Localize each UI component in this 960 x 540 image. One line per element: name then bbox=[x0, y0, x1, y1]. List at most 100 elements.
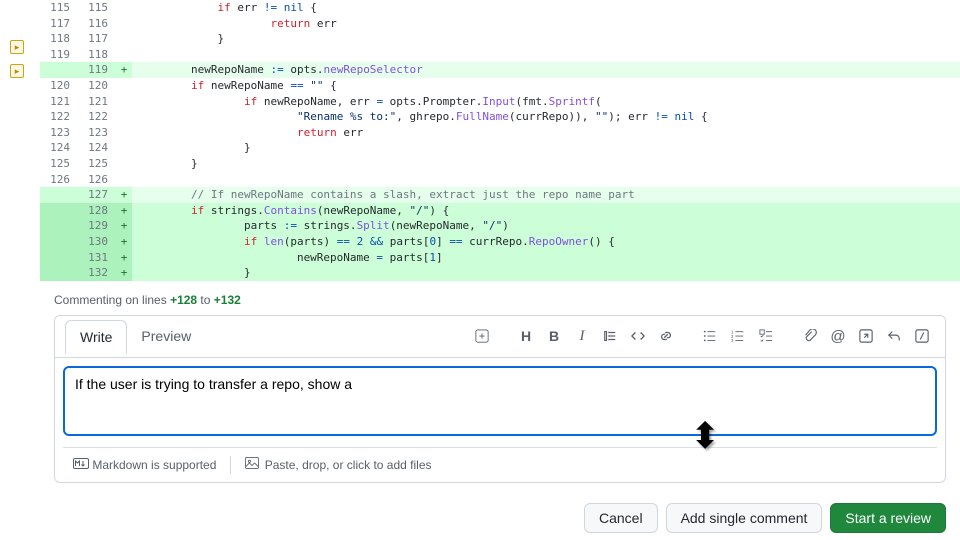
old-line-number: 119 bbox=[40, 47, 78, 63]
diff-marker bbox=[116, 140, 132, 156]
old-line-number: 122 bbox=[40, 109, 78, 125]
code-content: // If newRepoName contains a slash, extr… bbox=[132, 187, 960, 203]
diff-marker: + bbox=[116, 203, 132, 219]
code-line[interactable]: 115115 if err != nil { bbox=[40, 0, 960, 16]
add-single-comment-button[interactable]: Add single comment bbox=[666, 503, 823, 533]
format-toolbar: H B I 123 @ bbox=[469, 323, 935, 349]
code-line[interactable]: 118117 } bbox=[40, 31, 960, 47]
code-line[interactable]: 131+ newRepoName = parts[1] bbox=[40, 250, 960, 266]
code-content: newRepoName := opts.newRepoSelector bbox=[132, 62, 960, 78]
code-line[interactable]: 127+ // If newRepoName contains a slash,… bbox=[40, 187, 960, 203]
image-icon bbox=[245, 457, 261, 469]
old-line-number: 120 bbox=[40, 78, 78, 94]
old-line-number: 117 bbox=[40, 16, 78, 32]
cancel-button[interactable]: Cancel bbox=[584, 503, 658, 533]
expand-marker-icon[interactable]: ▸ bbox=[10, 64, 24, 78]
start-review-button[interactable]: Start a review bbox=[830, 503, 946, 533]
code-content: if err != nil { bbox=[132, 0, 960, 16]
bold-icon[interactable]: B bbox=[541, 323, 567, 349]
suggestion-icon[interactable] bbox=[469, 323, 495, 349]
code-line[interactable]: 125125 } bbox=[40, 156, 960, 172]
new-line-number: 119 bbox=[78, 62, 116, 78]
diff-marker: + bbox=[116, 62, 132, 78]
attach-hint[interactable]: Paste, drop, or click to add files bbox=[245, 457, 431, 472]
markdown-icon bbox=[73, 458, 89, 469]
new-line-number: 127 bbox=[78, 187, 116, 203]
diff-marker bbox=[116, 94, 132, 110]
comment-range-label: Commenting on lines +128 to +132 bbox=[54, 287, 946, 313]
old-line-number bbox=[40, 218, 78, 234]
code-line[interactable]: 124124 } bbox=[40, 140, 960, 156]
new-line-number: 130 bbox=[78, 234, 116, 250]
new-line-number: 126 bbox=[78, 172, 116, 188]
comment-textarea[interactable] bbox=[63, 366, 937, 436]
diff-marker: + bbox=[116, 250, 132, 266]
code-icon[interactable] bbox=[625, 323, 651, 349]
composer-footer: Markdown is supported Paste, drop, or cl… bbox=[63, 447, 937, 482]
code-content: if newRepoName, err = opts.Prompter.Inpu… bbox=[132, 94, 960, 110]
code-line[interactable]: 129+ parts := strings.Split(newRepoName,… bbox=[40, 218, 960, 234]
new-line-number: 120 bbox=[78, 78, 116, 94]
diff-marker bbox=[116, 16, 132, 32]
code-line[interactable]: 128+ if strings.Contains(newRepoName, "/… bbox=[40, 203, 960, 219]
code-content: "Rename %s to:", ghrepo.FullName(currRep… bbox=[132, 109, 960, 125]
code-content: } bbox=[132, 156, 960, 172]
new-line-number: 124 bbox=[78, 140, 116, 156]
diff-view: 115115 if err != nil {117116 return err1… bbox=[40, 0, 960, 540]
diff-marker: + bbox=[116, 265, 132, 281]
tab-write[interactable]: Write bbox=[65, 320, 127, 354]
tab-preview[interactable]: Preview bbox=[127, 320, 205, 353]
collapse-gutter: ▸ ▸ bbox=[10, 40, 24, 88]
old-line-number bbox=[40, 203, 78, 219]
svg-text:3: 3 bbox=[731, 338, 734, 343]
ol-icon[interactable]: 123 bbox=[725, 323, 751, 349]
code-line[interactable]: 117116 return err bbox=[40, 16, 960, 32]
code-content: if newRepoName == "" { bbox=[132, 78, 960, 94]
code-content: parts := strings.Split(newRepoName, "/") bbox=[132, 218, 960, 234]
quote-icon[interactable] bbox=[597, 323, 623, 349]
expand-marker-icon[interactable]: ▸ bbox=[10, 40, 24, 54]
new-line-number: 117 bbox=[78, 31, 116, 47]
code-content bbox=[132, 47, 960, 63]
diff-marker bbox=[116, 78, 132, 94]
new-line-number: 116 bbox=[78, 16, 116, 32]
old-line-number bbox=[40, 265, 78, 281]
code-line[interactable]: 120120 if newRepoName == "" { bbox=[40, 78, 960, 94]
new-line-number: 128 bbox=[78, 203, 116, 219]
code-line[interactable]: 121121 if newRepoName, err = opts.Prompt… bbox=[40, 94, 960, 110]
new-line-number: 129 bbox=[78, 218, 116, 234]
code-line[interactable]: 126126 bbox=[40, 172, 960, 188]
code-line[interactable]: 130+ if len(parts) == 2 && parts[0] == c… bbox=[40, 234, 960, 250]
code-line[interactable]: 119+ newRepoName := opts.newRepoSelector bbox=[40, 62, 960, 78]
mention-icon[interactable]: @ bbox=[825, 323, 851, 349]
code-content: newRepoName = parts[1] bbox=[132, 250, 960, 266]
code-line[interactable]: 132+ } bbox=[40, 265, 960, 281]
markdown-hint[interactable]: Markdown is supported bbox=[73, 458, 216, 472]
comment-composer: Write Preview H B I 123 bbox=[54, 315, 946, 483]
attach-icon[interactable] bbox=[797, 323, 823, 349]
slash-icon[interactable] bbox=[909, 323, 935, 349]
crossref-icon[interactable] bbox=[853, 323, 879, 349]
italic-icon[interactable]: I bbox=[569, 323, 595, 349]
code-content: if strings.Contains(newRepoName, "/") { bbox=[132, 203, 960, 219]
diff-marker bbox=[116, 125, 132, 141]
new-line-number: 123 bbox=[78, 125, 116, 141]
link-icon[interactable] bbox=[653, 323, 679, 349]
new-line-number: 121 bbox=[78, 94, 116, 110]
comment-actions: Cancel Add single comment Start a review bbox=[40, 493, 960, 540]
ul-icon[interactable] bbox=[697, 323, 723, 349]
heading-icon[interactable]: H bbox=[513, 323, 539, 349]
new-line-number: 125 bbox=[78, 156, 116, 172]
saved-replies-icon[interactable] bbox=[881, 323, 907, 349]
old-line-number: 124 bbox=[40, 140, 78, 156]
code-line[interactable]: 119118 bbox=[40, 47, 960, 63]
diff-marker: + bbox=[116, 218, 132, 234]
code-line[interactable]: 122122 "Rename %s to:", ghrepo.FullName(… bbox=[40, 109, 960, 125]
old-line-number: 115 bbox=[40, 0, 78, 16]
code-line[interactable]: 123123 return err bbox=[40, 125, 960, 141]
old-line-number: 118 bbox=[40, 31, 78, 47]
new-line-number: 132 bbox=[78, 265, 116, 281]
diff-marker bbox=[116, 109, 132, 125]
code-content: if len(parts) == 2 && parts[0] == currRe… bbox=[132, 234, 960, 250]
tasklist-icon[interactable] bbox=[753, 323, 779, 349]
